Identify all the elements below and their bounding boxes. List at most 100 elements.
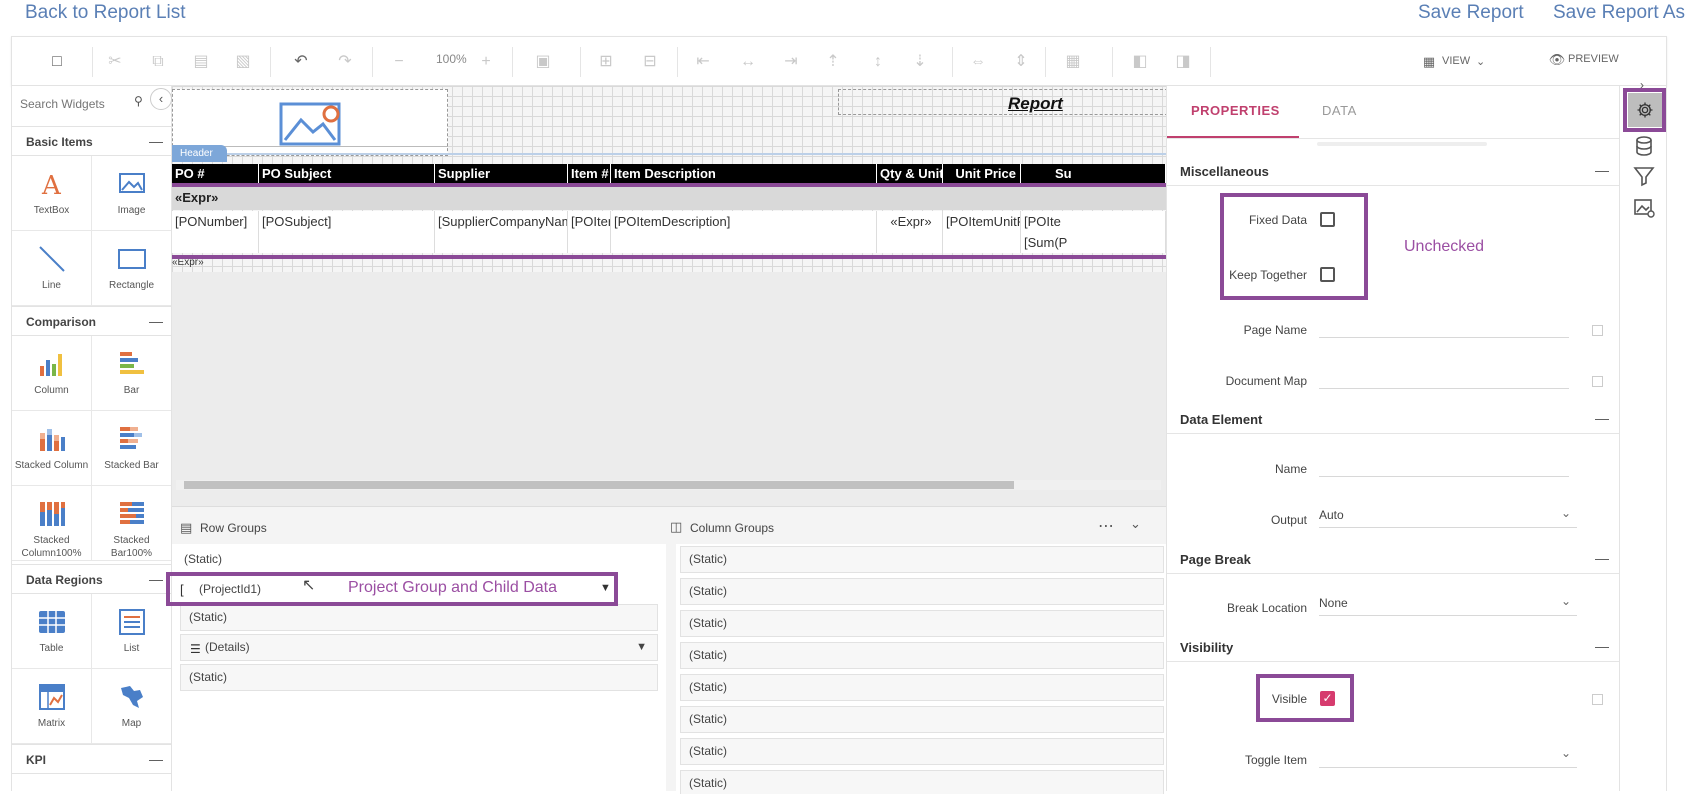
tab-properties[interactable]: PROPERTIES — [1191, 103, 1280, 118]
widget-stacked-bar100[interactable]: Stacked Bar100% — [92, 486, 171, 561]
align-bottom-icon[interactable]: ⇣ — [909, 51, 931, 73]
zoom-out-icon[interactable]: − — [388, 51, 410, 73]
category-data-regions[interactable]: Data Regions — — [12, 564, 171, 594]
section-miscellaneous[interactable]: Miscellaneous — — [1167, 156, 1619, 186]
filter-icon[interactable] — [1632, 164, 1656, 188]
column-group-item[interactable]: (Static) — [680, 546, 1164, 573]
output-select[interactable]: Auto ⌄ — [1319, 504, 1577, 528]
expression-button[interactable] — [1592, 376, 1603, 387]
cut-icon[interactable]: ✂ — [104, 51, 126, 73]
expression-button[interactable] — [1592, 325, 1603, 336]
image-settings-icon[interactable] — [1632, 196, 1656, 220]
widget-list[interactable]: List — [92, 594, 171, 669]
column-group-item[interactable]: (Static) — [680, 674, 1164, 701]
collapse-icon[interactable]: — — [149, 313, 163, 329]
widget-table[interactable]: Table — [12, 594, 92, 669]
category-comparison[interactable]: Comparison — — [12, 306, 171, 336]
widget-rectangle[interactable]: Rectangle — [92, 231, 171, 306]
row-group-item[interactable]: (Details) ▼ — [180, 634, 658, 661]
back-to-report-list-link[interactable]: Back to Report List — [25, 2, 186, 24]
distribute-h-icon[interactable]: ⇔ — [967, 51, 989, 73]
insert-row-icon[interactable]: ⊞ — [595, 51, 617, 73]
collapse-groups-icon[interactable]: ⌄ — [1130, 516, 1141, 532]
align-right-icon[interactable]: ⇥ — [780, 51, 802, 73]
column-group-item[interactable]: (Static) — [680, 738, 1164, 765]
column-group-item[interactable]: (Static) — [680, 642, 1164, 669]
widget-line[interactable]: Line — [12, 231, 92, 306]
collapse-icon[interactable]: — — [1595, 638, 1609, 654]
expression-button[interactable] — [1592, 694, 1603, 705]
dropdown-icon[interactable]: ▼ — [636, 635, 647, 660]
col-header[interactable]: Su — [1021, 164, 1166, 184]
save-report-link[interactable]: Save Report — [1418, 2, 1524, 24]
tab-data[interactable]: DATA — [1322, 103, 1357, 118]
align-left-icon[interactable]: ⇤ — [692, 51, 714, 73]
search-icon[interactable]: ⚲ — [134, 94, 143, 108]
copy-icon[interactable]: ⧉ — [147, 51, 169, 73]
category-basic-items[interactable]: Basic Items — — [12, 126, 171, 156]
collapse-icon[interactable]: — — [1595, 550, 1609, 566]
new-file-icon[interactable]: □ — [46, 51, 68, 73]
column-group-item[interactable]: (Static) — [680, 610, 1164, 637]
collapse-icon[interactable]: — — [149, 571, 163, 587]
send-back-icon[interactable]: ◨ — [1172, 51, 1194, 73]
document-map-input[interactable] — [1319, 365, 1569, 389]
collapse-icon[interactable]: — — [149, 751, 163, 767]
grid-layout-icon[interactable]: ▦ — [1062, 51, 1084, 73]
widget-map[interactable]: Map — [92, 669, 171, 744]
widget-matrix[interactable]: Matrix — [12, 669, 92, 744]
database-icon[interactable] — [1632, 134, 1656, 158]
widget-stacked-column100[interactable]: Stacked Column100% — [12, 486, 92, 561]
bring-front-icon[interactable]: ◧ — [1129, 51, 1151, 73]
more-options-icon[interactable]: ⋯ — [1098, 516, 1114, 536]
collapse-icon[interactable]: — — [1595, 410, 1609, 426]
collapse-icon[interactable]: — — [149, 133, 163, 149]
col-header[interactable]: Item # — [568, 164, 611, 184]
widget-bar[interactable]: Bar — [92, 336, 171, 411]
collapse-icon[interactable]: — — [1595, 162, 1609, 178]
align-center-icon[interactable]: ↔ — [737, 51, 759, 73]
view-button[interactable]: VIEW — [1442, 55, 1470, 67]
zoom-level[interactable]: 100% — [436, 52, 467, 66]
undo-icon[interactable]: ↶ — [290, 51, 312, 73]
section-page-break[interactable]: Page Break — — [1167, 544, 1619, 574]
widget-textbox[interactable]: A TextBox — [12, 156, 92, 231]
align-middle-icon[interactable]: ↕ — [867, 51, 889, 73]
row-group-item[interactable]: (Static) — [184, 552, 222, 566]
widget-image[interactable]: Image — [92, 156, 171, 231]
collapse-panel-button[interactable]: ‹ — [150, 88, 172, 110]
horizontal-scrollbar[interactable] — [176, 480, 1161, 490]
row-group-item[interactable]: (Static) — [180, 604, 658, 631]
col-header[interactable]: PO # — [172, 164, 259, 184]
delete-row-icon[interactable]: ⊟ — [639, 51, 661, 73]
zoom-in-icon[interactable]: + — [475, 51, 497, 73]
widget-stacked-bar[interactable]: Stacked Bar — [92, 411, 171, 486]
section-data-element[interactable]: Data Element — — [1167, 404, 1619, 434]
widget-stacked-column[interactable]: Stacked Column — [12, 411, 92, 486]
col-header[interactable]: PO Subject — [259, 164, 435, 184]
name-input[interactable] — [1319, 453, 1569, 477]
column-group-item[interactable]: (Static) — [680, 770, 1164, 794]
col-header[interactable]: Unit Price — [943, 164, 1021, 184]
row-group-item[interactable]: (Static) — [180, 664, 658, 691]
redo-icon[interactable]: ↷ — [334, 51, 356, 73]
preview-button[interactable]: PREVIEW — [1568, 53, 1619, 65]
column-group-item[interactable]: (Static) — [680, 706, 1164, 733]
align-top-icon[interactable]: ⇡ — [822, 51, 844, 73]
column-group-item[interactable]: (Static) — [680, 578, 1164, 605]
col-header[interactable]: Qty & Unit — [877, 164, 943, 184]
settings-tab[interactable] — [1628, 93, 1662, 127]
page-name-input[interactable] — [1319, 314, 1569, 338]
report-title-box[interactable] — [838, 89, 1166, 115]
section-visibility[interactable]: Visibility — — [1167, 632, 1619, 662]
col-header[interactable]: Supplier — [435, 164, 568, 184]
break-location-select[interactable]: None ⌄ — [1319, 592, 1577, 616]
col-header[interactable]: Item Description — [611, 164, 877, 184]
table-header-row[interactable]: PO # PO Subject Supplier Item # Item Des… — [172, 164, 1166, 184]
save-report-as-link[interactable]: Save Report As — [1553, 2, 1685, 24]
arrange-icon[interactable]: ▣ — [532, 51, 554, 73]
category-kpi[interactable]: KPI — — [12, 744, 171, 774]
delete-icon[interactable]: ▧ — [232, 51, 254, 73]
distribute-v-icon[interactable]: ⇕ — [1010, 51, 1032, 73]
toggle-item-select[interactable]: ⌄ — [1319, 744, 1577, 768]
